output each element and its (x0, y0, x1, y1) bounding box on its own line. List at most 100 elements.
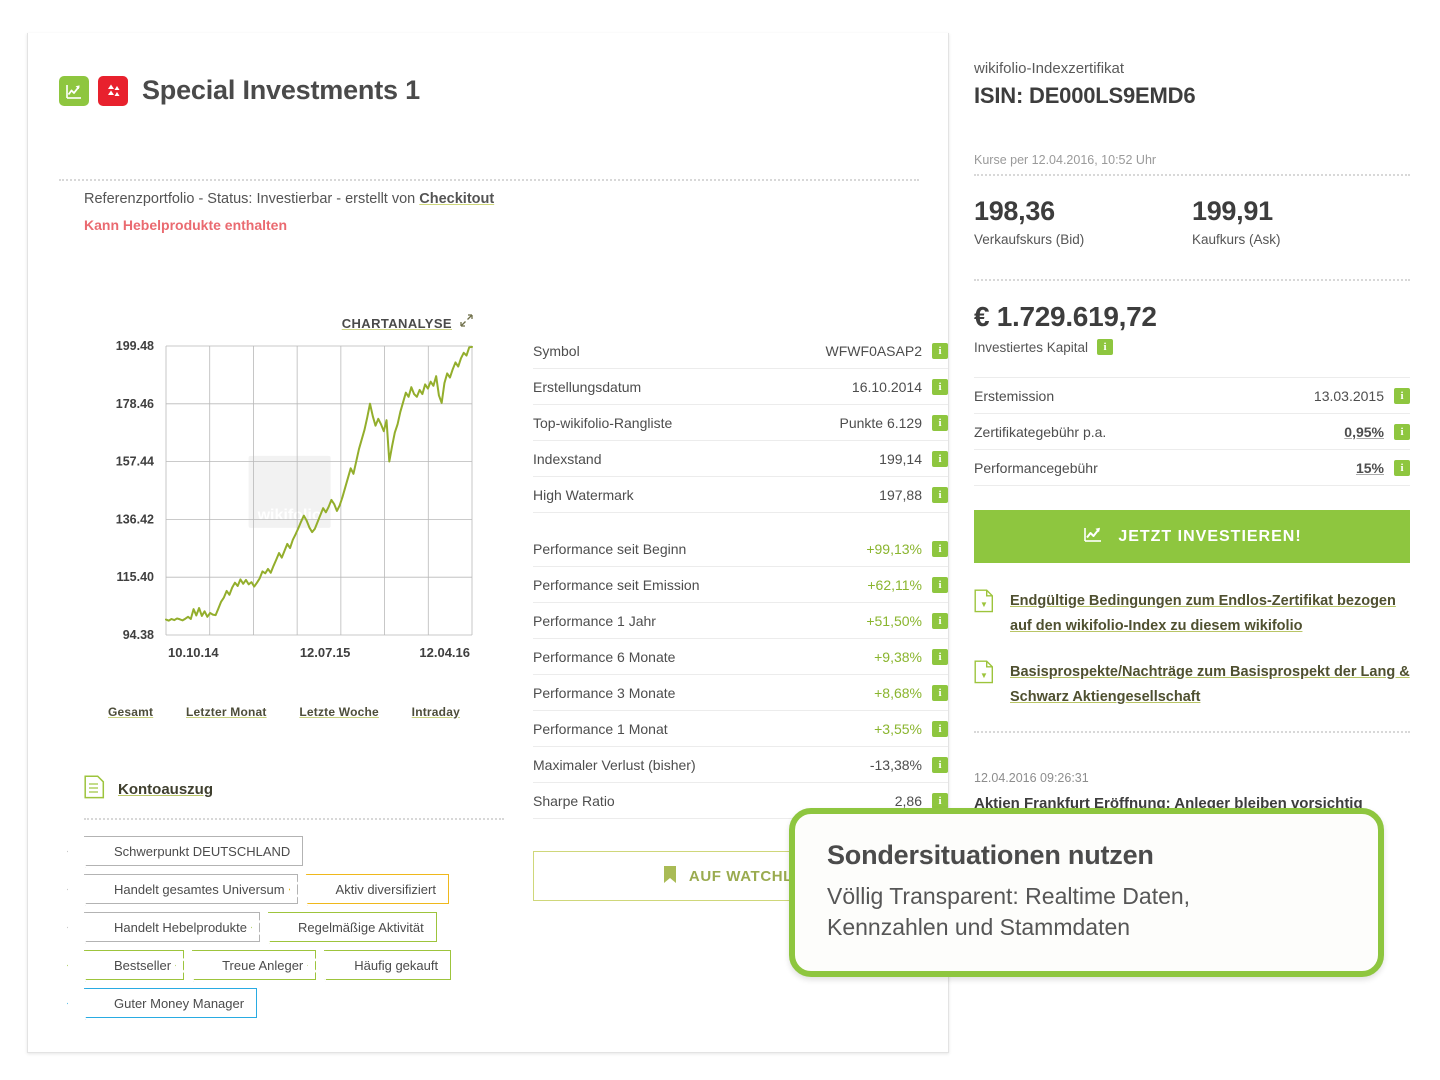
fee-row: Erstemission13.03.2015i (974, 378, 1410, 414)
row-value: +8,68% (874, 685, 922, 701)
bid-value: 198,36 (974, 196, 1192, 227)
row-value: 2,86 (895, 793, 922, 809)
invest-now-button[interactable]: JETZT INVESTIEREN! (974, 510, 1410, 563)
tag-chip-row: Guter Money Manager (84, 988, 504, 1018)
callout-body: Völlig Transparent: Realtime Daten, Kenn… (827, 881, 1348, 943)
document-link[interactable]: ▼Endgültige Bedingungen zum Endlos-Zerti… (974, 589, 1410, 640)
chart-tab-letzter-monat[interactable]: Letzter Monat (186, 705, 267, 719)
chartanalyse-label: CHARTANALYSE (342, 316, 452, 331)
news-item[interactable]: 12.04.2016 09:26:31 Aktien Frankfurt Erö… (974, 771, 1410, 812)
svg-text:178.46: 178.46 (116, 397, 154, 411)
row-label: Performance 1 Monat (533, 721, 874, 737)
row-label: Performance 3 Monate (533, 685, 874, 701)
invested-capital-block: € 1.729.619,72 Investiertes Kapital i (974, 301, 1410, 355)
row-label: Indexstand (533, 451, 879, 467)
chart-up-icon (1082, 524, 1104, 549)
svg-text:wikifolio: wikifolio (257, 507, 322, 524)
tag-chip[interactable]: Handelt Hebelprodukte (84, 912, 260, 942)
fee-value[interactable]: 0,95% (1344, 424, 1384, 440)
info-icon[interactable]: i (932, 487, 948, 503)
info-icon[interactable]: i (932, 793, 948, 809)
row-label: Sharpe Ratio (533, 793, 895, 809)
expand-arrows-icon[interactable] (459, 313, 474, 333)
divider-docs (974, 731, 1410, 733)
quote-row: 198,36 Verkaufskurs (Bid) 199,91 Kaufkur… (974, 196, 1410, 247)
info-icon[interactable]: i (932, 343, 948, 359)
info-icon[interactable]: i (932, 379, 948, 395)
tag-chip[interactable]: Häufig gekauft (324, 950, 451, 980)
bid-label: Verkaufskurs (Bid) (974, 232, 1192, 247)
price-chart[interactable]: wikifolio199.48178.46157.44136.42115.409… (84, 338, 484, 698)
chart-tab-letzte-woche[interactable]: Letzte Woche (299, 705, 379, 719)
table-row: Performance 1 Jahr+51,50% i (533, 603, 948, 639)
fee-row: Zertifikategebühr p.a.0,95% i (974, 414, 1410, 450)
chart-range-tabs: Gesamt Letzter Monat Letzte Woche Intrad… (84, 705, 484, 719)
invested-capital-label-row: Investiertes Kapital i (974, 339, 1410, 355)
info-icon[interactable]: i (932, 415, 948, 431)
chart-up-icon (59, 76, 89, 106)
divider-top (59, 179, 919, 181)
info-icon[interactable]: i (1394, 388, 1410, 404)
divider-quotes (974, 174, 1410, 176)
svg-text:115.40: 115.40 (116, 570, 154, 584)
pdf-icon: ▼ (974, 660, 994, 711)
info-icon[interactable]: i (932, 721, 948, 737)
document-link[interactable]: ▼ Basisprospekte/Nachträge zum Basisprosp… (974, 660, 1410, 711)
info-icon[interactable]: i (1394, 424, 1410, 440)
chart-tab-gesamt[interactable]: Gesamt (108, 705, 153, 719)
invested-capital-value: € 1.729.619,72 (974, 301, 1410, 333)
table-row: Erstellungsdatum16.10.2014i (533, 369, 948, 405)
fee-value[interactable]: 15% (1356, 460, 1384, 476)
row-label: Performance 1 Jahr (533, 613, 866, 629)
tag-chip[interactable]: Aktiv diversifiziert (306, 874, 449, 904)
info-icon[interactable]: i (932, 649, 948, 665)
table-row: SymbolWFWF0ASAP2i (533, 333, 948, 369)
svg-text:12.07.15: 12.07.15 (300, 645, 351, 660)
svg-text:▼: ▼ (980, 671, 988, 680)
info-icon[interactable]: i (932, 451, 948, 467)
invested-capital-label: Investiertes Kapital (974, 340, 1088, 355)
page-title: Special Investments 1 (142, 75, 420, 106)
svg-text:136.42: 136.42 (116, 512, 154, 526)
tag-chip[interactable]: Bestseller (84, 950, 184, 980)
row-label: Performance seit Beginn (533, 541, 866, 557)
table-row: Performance 6 Monate+9,38%i (533, 639, 948, 675)
info-icon[interactable]: i (932, 685, 948, 701)
certificate-sidebar: wikifolio-Indexzertifikat ISIN: DE000LS9… (974, 60, 1410, 812)
ask-label: Kaufkurs (Ask) (1192, 232, 1410, 247)
document-link-text: Basisprospekte/Nachträge zum Basisprospe… (1010, 660, 1410, 711)
tag-chip[interactable]: Handelt gesamtes Universum (84, 874, 298, 904)
tag-chip[interactable]: Regelmäßige Aktivität (268, 912, 437, 942)
row-label: Top-wikifolio-Rangliste (533, 415, 839, 431)
key-figures-table: SymbolWFWF0ASAP2iErstellungsdatum16.10.2… (533, 333, 948, 819)
svg-text:199.48: 199.48 (116, 339, 154, 353)
creator-link[interactable]: Checkitout (419, 191, 494, 207)
row-value: +3,55% (874, 721, 922, 737)
tag-chip-row: Handelt Hebelprodukte Regelmäßige Aktivit… (84, 912, 504, 942)
tag-chip[interactable]: Guter Money Manager (84, 988, 257, 1018)
row-label: Erstellungsdatum (533, 379, 852, 395)
chart-tab-intraday[interactable]: Intraday (412, 705, 460, 719)
table-row: Top-wikifolio-RanglistePunkte 6.129i (533, 405, 948, 441)
tag-chip[interactable]: Schwerpunkt DEUTSCHLAND (84, 836, 303, 866)
info-icon[interactable]: i (1097, 339, 1113, 355)
row-value: 199,14 (879, 451, 922, 467)
info-icon[interactable]: i (932, 613, 948, 629)
table-row: Performance 3 Monate+8,68% i (533, 675, 948, 711)
tag-chip[interactable]: Treue Anleger (192, 950, 316, 980)
bid-block: 198,36 Verkaufskurs (Bid) (974, 196, 1192, 247)
info-icon[interactable]: i (1394, 460, 1410, 476)
callout-line-2: Kennzahlen und Stammdaten (827, 912, 1348, 943)
svg-text:▼: ▼ (980, 600, 988, 609)
info-icon[interactable]: i (932, 577, 948, 593)
info-icon[interactable]: i (932, 757, 948, 773)
kontoauszug-label: Kontoauszug (118, 781, 213, 798)
table-row: Maximaler Verlust (bisher)-13,38%i (533, 747, 948, 783)
info-icon[interactable]: i (932, 541, 948, 557)
callout-title: Sondersituationen nutzen (827, 840, 1348, 871)
fee-label: Zertifikategebühr p.a. (974, 424, 1344, 440)
ask-value: 199,91 (1192, 196, 1410, 227)
kontoauszug-link[interactable]: Kontoauszug (84, 775, 213, 804)
chartanalyse-link[interactable]: CHARTANALYSE (342, 313, 474, 333)
row-value: +51,50% (866, 613, 922, 629)
